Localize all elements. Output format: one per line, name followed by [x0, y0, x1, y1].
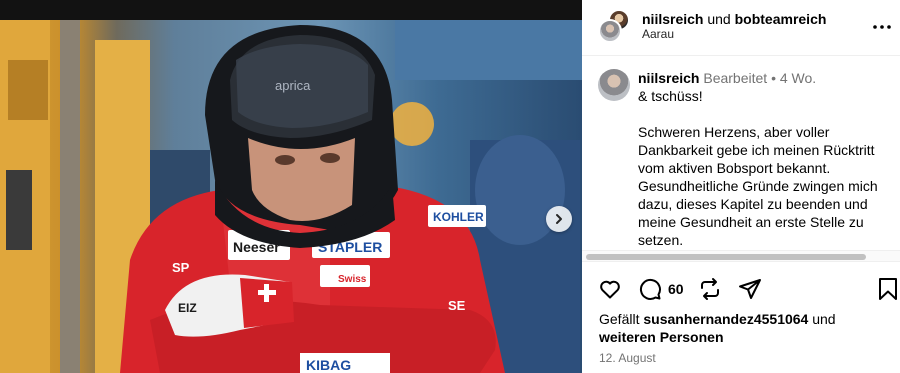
- athlete-photo: Neeser STAPLER KOHLER Swiss KIBAG SE SP …: [0, 20, 582, 373]
- suit-logo-kohler: KOHLER: [433, 210, 484, 224]
- save-button[interactable]: [874, 275, 900, 303]
- bookmark-icon: [879, 278, 897, 300]
- post-panel: niilsreich und bobteamreich Aarau niilsr…: [582, 0, 900, 373]
- header-user-link-2[interactable]: bobteamreich: [735, 11, 827, 27]
- helmet-logo: aprica: [275, 78, 311, 93]
- likes-prefix: Gefällt: [599, 311, 640, 327]
- repost-icon: [701, 278, 719, 300]
- header-conjunction: und: [707, 11, 731, 27]
- chevron-right-icon: [556, 214, 562, 224]
- more-icon: [873, 25, 891, 29]
- caption-username[interactable]: niilsreich: [638, 70, 699, 86]
- more-options-button[interactable]: [870, 15, 894, 39]
- post-date[interactable]: 12. August: [599, 351, 656, 365]
- post-media[interactable]: Neeser STAPLER KOHLER Swiss KIBAG SE SP …: [0, 0, 582, 373]
- action-bar: 60: [582, 272, 900, 306]
- likes-summary: Gefällt susanhernandez4551064 und weiter…: [599, 310, 889, 346]
- edited-label: Bearbeitet: [703, 70, 768, 86]
- post-age: 4 Wo.: [779, 70, 817, 86]
- suit-logo-se: SE: [448, 298, 466, 313]
- share-button[interactable]: [736, 275, 764, 303]
- comment-icon: [639, 278, 661, 300]
- media-top-bar: [0, 0, 582, 20]
- repost-button[interactable]: [696, 275, 724, 303]
- collab-avatars[interactable]: [598, 9, 632, 43]
- likes-others-link[interactable]: weiteren Personen: [599, 329, 724, 345]
- share-icon: [739, 279, 761, 299]
- suit-logo-kibag: KIBAG: [306, 357, 351, 373]
- caption-header: niilsreich Bearbeitet • 4 Wo.: [638, 69, 816, 87]
- avatar-niilsreich[interactable]: [598, 19, 622, 43]
- glove-logo: EIZ: [178, 301, 197, 315]
- scrollbar-thumb[interactable]: [586, 254, 866, 260]
- horizontal-scrollbar[interactable]: [582, 250, 900, 262]
- comment-button[interactable]: [636, 275, 664, 303]
- caption-avatar[interactable]: [598, 69, 630, 101]
- next-image-button[interactable]: [546, 206, 572, 232]
- like-button[interactable]: [596, 275, 624, 303]
- meta-separator: •: [771, 70, 776, 86]
- suit-logo-sp: SP: [172, 260, 190, 275]
- heart-icon: [600, 280, 620, 299]
- likes-mid: und: [812, 311, 836, 327]
- caption-text: & tschüss! Schweren Herzens, aber voller…: [638, 88, 878, 248]
- header-user-link-1[interactable]: niilsreich: [642, 11, 703, 27]
- header-usernames: niilsreich und bobteamreich: [642, 10, 826, 28]
- caption-area: niilsreich Bearbeitet • 4 Wo. & tschüss!…: [582, 56, 900, 248]
- comment-count: 60: [668, 281, 684, 297]
- location-link[interactable]: Aarau: [642, 27, 674, 41]
- likes-user-link[interactable]: susanhernandez4551064: [643, 311, 808, 327]
- suit-logo-swiss: Swiss: [338, 274, 367, 285]
- post-header: niilsreich und bobteamreich Aarau: [582, 0, 900, 56]
